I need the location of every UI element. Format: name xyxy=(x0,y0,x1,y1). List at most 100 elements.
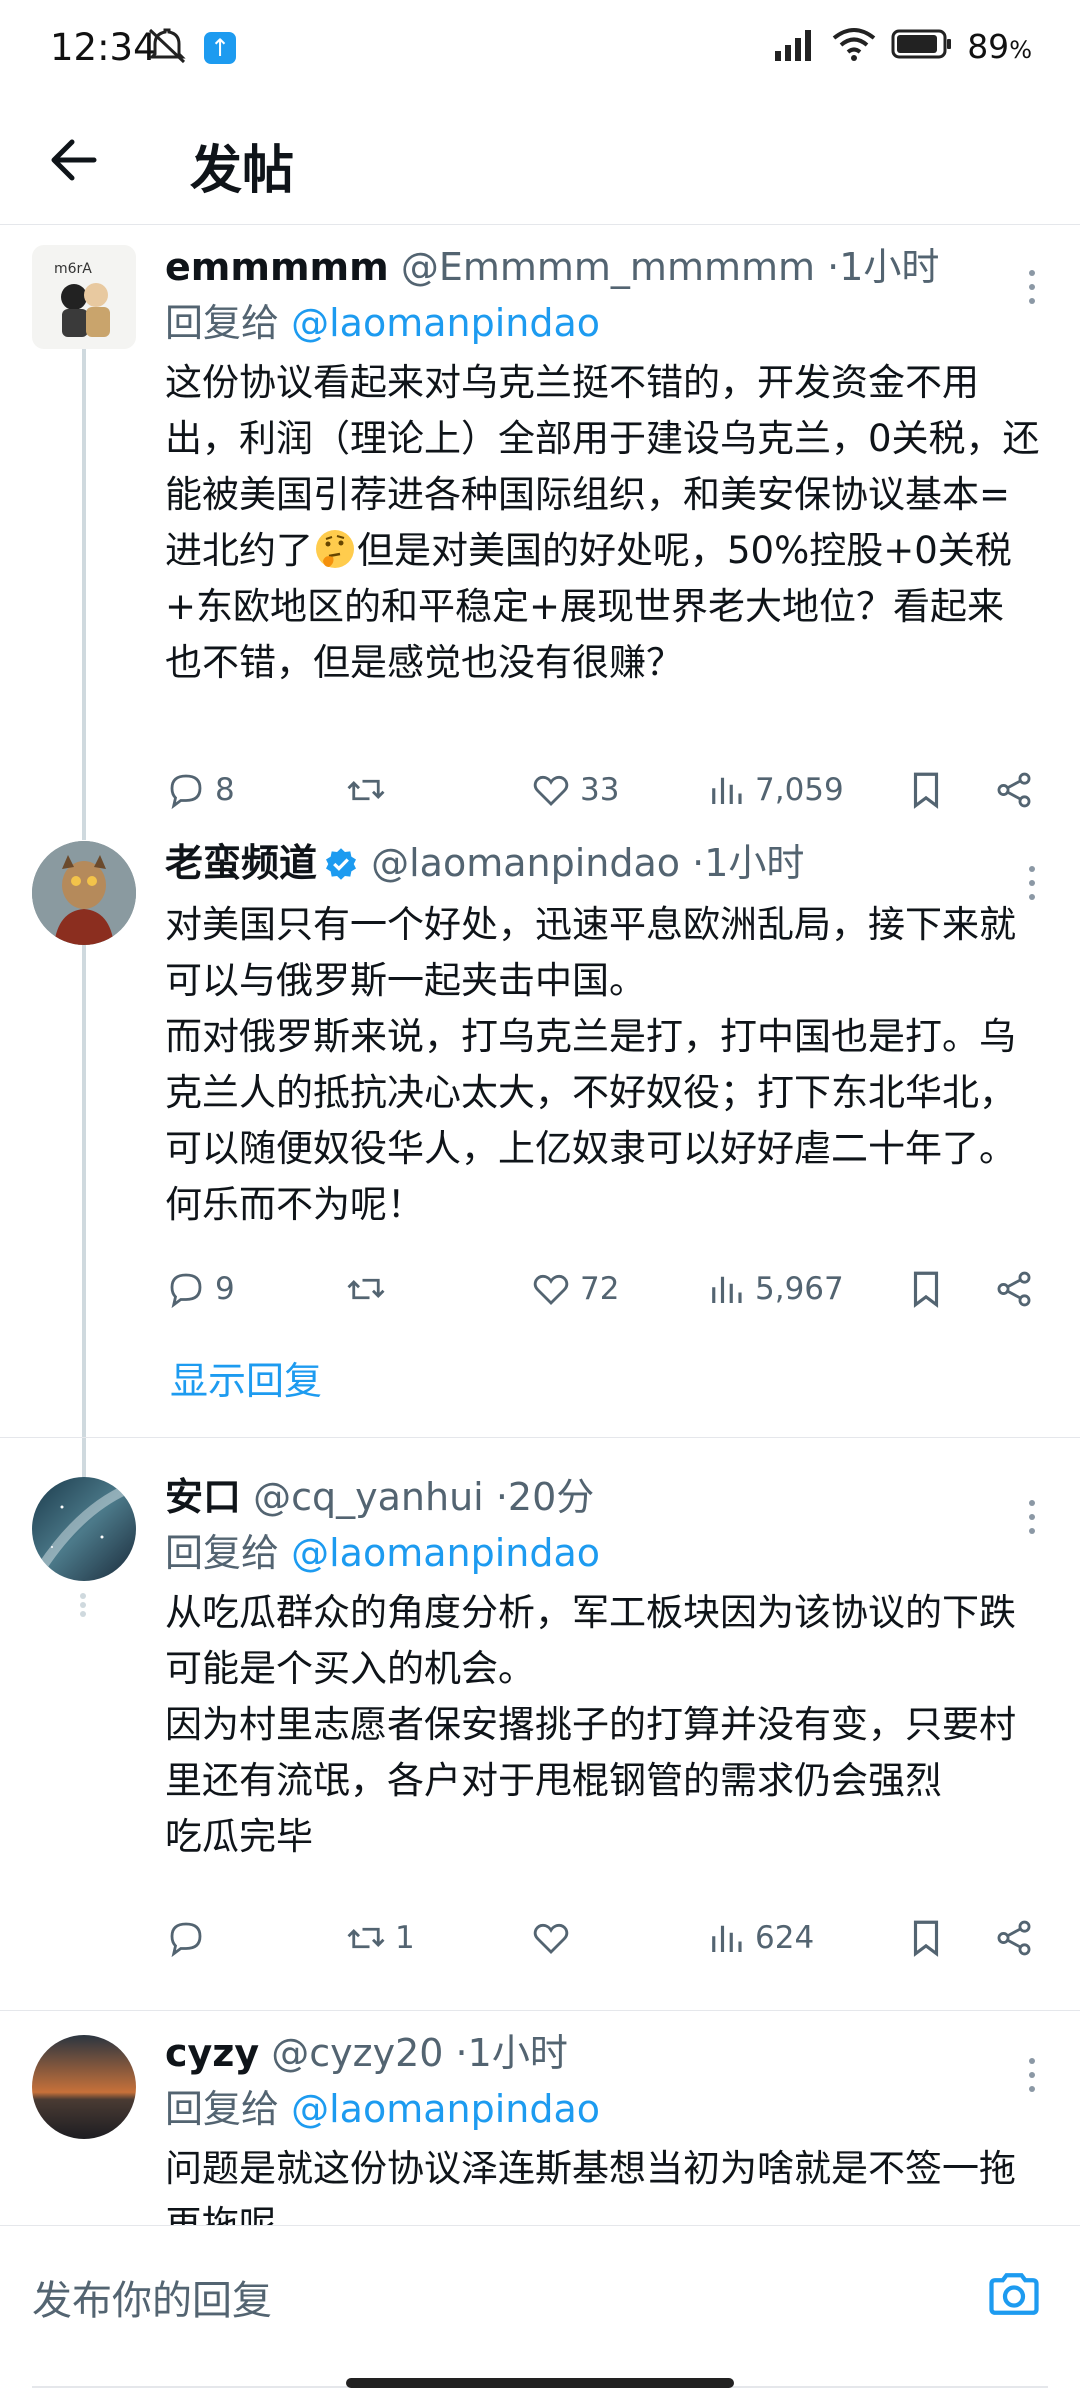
battery-icon xyxy=(891,28,953,64)
reply-to-line: 回复给 @laomanpindao xyxy=(165,2087,601,2131)
avatar[interactable]: m6rA xyxy=(32,245,136,349)
bookmark-button[interactable] xyxy=(905,1268,993,1310)
show-replies-link[interactable]: 显示回复 xyxy=(170,1350,322,1405)
bar-chart-icon xyxy=(712,777,742,804)
share-icon xyxy=(997,1920,1031,1956)
heart-icon xyxy=(533,1923,569,1954)
share-button[interactable] xyxy=(993,769,1035,811)
thread-connector xyxy=(82,935,86,1555)
author-handle[interactable]: @cq_yanhui xyxy=(253,1475,484,1519)
svg-text:m6rA: m6rA xyxy=(54,261,92,277)
thinking-face-icon xyxy=(313,527,357,571)
post-actions: 1 624 xyxy=(165,1908,1050,1968)
bookmark-icon xyxy=(913,772,939,809)
reply-icon xyxy=(170,1922,202,1958)
reply-input[interactable]: 发布你的回复 xyxy=(32,2268,272,2326)
post-actions: 8 33 7,059 xyxy=(165,760,1050,820)
mention-link[interactable]: @laomanpindao xyxy=(291,301,600,345)
share-icon xyxy=(997,1271,1031,1307)
post-header: 安口 @cq_yanhui ·20分 xyxy=(165,1475,595,1519)
mute-icon xyxy=(145,26,189,70)
bookmark-button[interactable] xyxy=(905,769,993,811)
author-handle[interactable]: @cyzy20 xyxy=(271,2031,443,2075)
retweet-button[interactable]: 1 xyxy=(345,1917,530,1959)
status-time: 12:34 xyxy=(50,26,157,69)
post-time: 1小时 xyxy=(839,245,940,289)
reply-button[interactable] xyxy=(165,1917,345,1959)
mention-link[interactable]: @laomanpindao xyxy=(291,2087,600,2131)
heart-icon xyxy=(533,775,569,806)
post-header: cyzy @cyzy20 ·1小时 xyxy=(165,2031,568,2075)
retweet-button[interactable] xyxy=(345,769,530,811)
views-button[interactable]: 624 xyxy=(705,1917,905,1959)
bookmark-button[interactable] xyxy=(905,1917,993,1959)
more-options-icon[interactable] xyxy=(1022,863,1042,903)
share-button[interactable] xyxy=(993,1268,1035,1310)
post-text: 这份协议看起来对乌克兰挺不错的，开发资金不用出，利润（理论上）全部用于建设乌克兰… xyxy=(165,361,1040,684)
divider xyxy=(0,2010,1080,2011)
bookmark-icon xyxy=(913,1920,939,1957)
retweet-icon xyxy=(347,1278,385,1300)
post-header: 老蛮频道 @laomanpindao ·1小时 xyxy=(165,835,1040,897)
avatar[interactable] xyxy=(32,841,136,945)
reply-icon xyxy=(170,774,202,810)
post-text: 问题是就这份协议泽连斯基想当初为啥就是不签一拖再拖呢 xyxy=(165,2147,1016,2225)
avatar[interactable] xyxy=(32,1477,136,1581)
author-name[interactable]: 安口 xyxy=(165,1475,241,1519)
reply-button[interactable]: 9 xyxy=(165,1268,345,1310)
upload-notification-icon: ↑ xyxy=(204,32,236,64)
post-time: 1小时 xyxy=(704,841,805,885)
camera-icon xyxy=(989,2273,1039,2315)
more-options-icon[interactable] xyxy=(1022,2055,1042,2095)
share-button[interactable] xyxy=(993,1917,1035,1959)
author-name[interactable]: cyzy xyxy=(165,2031,259,2075)
camera-button[interactable] xyxy=(984,2264,1044,2324)
avatar[interactable] xyxy=(32,2035,136,2139)
retweet-icon xyxy=(347,1927,385,1949)
reply-button[interactable]: 8 xyxy=(165,769,345,811)
divider xyxy=(0,1437,1080,1438)
thread-connector xyxy=(82,340,86,840)
arrow-left-icon xyxy=(51,139,97,181)
signal-icon xyxy=(773,27,817,65)
post-header: emmmmm @Emmmm_mmmmm ·1小时 xyxy=(165,245,940,289)
share-icon xyxy=(997,772,1031,808)
retweet-button[interactable] xyxy=(345,1268,530,1310)
home-indicator[interactable] xyxy=(346,2378,734,2388)
post-text: 对美国只有一个好处，迅速平息欧洲乱局，接下来就可以与俄罗斯一起夹击中国。 而对俄… xyxy=(165,903,1016,1226)
status-bar: 12:34 ↑ 89% xyxy=(0,0,1080,100)
back-button[interactable] xyxy=(44,130,104,190)
reply-icon xyxy=(170,1273,202,1309)
post-text: 从吃瓜群众的角度分析，军工板块因为该协议的下跌可能是个买入的机会。 因为村里志愿… xyxy=(165,1591,1016,1858)
thread-dots xyxy=(80,1590,88,1620)
reply-composer: 发布你的回复 xyxy=(0,2225,1080,2401)
like-button[interactable]: 72 xyxy=(530,1268,705,1310)
author-name[interactable]: 老蛮频道 xyxy=(165,841,317,885)
author-name[interactable]: emmmmm xyxy=(165,245,389,289)
post-actions: 9 72 5,967 xyxy=(165,1259,1050,1319)
views-button[interactable]: 5,967 xyxy=(705,1268,905,1310)
bar-chart-icon xyxy=(712,1925,742,1952)
like-button[interactable]: 33 xyxy=(530,769,705,811)
bar-chart-icon xyxy=(712,1276,742,1303)
post-time: 20分 xyxy=(507,1475,595,1519)
page-title: 发帖 xyxy=(190,141,295,201)
top-app-bar: 发帖 xyxy=(0,100,1080,225)
bookmark-icon xyxy=(913,1271,939,1308)
battery-percent: 89% xyxy=(967,26,1032,66)
reply-to-line: 回复给 @laomanpindao xyxy=(165,1531,601,1575)
wifi-icon xyxy=(831,26,877,66)
reply-to-line: 回复给 @laomanpindao xyxy=(165,301,601,345)
post-time: 1小时 xyxy=(467,2031,568,2075)
verified-badge-icon xyxy=(323,841,359,897)
like-button[interactable] xyxy=(530,1917,705,1959)
more-options-icon[interactable] xyxy=(1022,1497,1042,1537)
more-options-icon[interactable] xyxy=(1022,267,1042,307)
mention-link[interactable]: @laomanpindao xyxy=(291,1531,600,1575)
retweet-icon xyxy=(347,779,385,801)
heart-icon xyxy=(533,1274,569,1305)
views-button[interactable]: 7,059 xyxy=(705,769,905,811)
reply-feed[interactable]: m6rA emmmmm @Emmmm_mmmmm ·1小时 回复给 @laoma… xyxy=(0,225,1080,2225)
author-handle[interactable]: @laomanpindao xyxy=(371,841,680,885)
author-handle[interactable]: @Emmmm_mmmmm xyxy=(401,245,815,289)
